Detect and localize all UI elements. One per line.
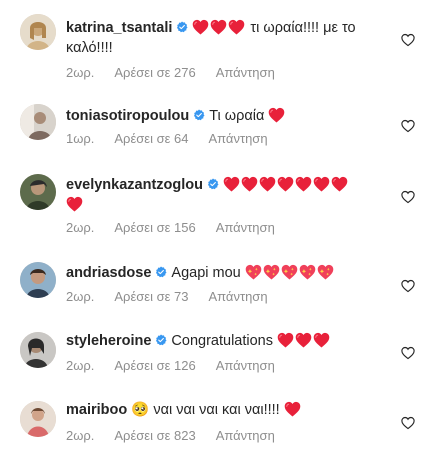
comment-body: Τι ωραία: [209, 108, 265, 124]
likes-count[interactable]: Αρέσει σε 156: [114, 220, 195, 235]
username[interactable]: evelynkazantzoglou: [66, 177, 203, 193]
heart-outline-icon[interactable]: [401, 279, 415, 293]
likes-count[interactable]: Αρέσει σε 64: [114, 131, 188, 146]
avatar[interactable]: [20, 332, 56, 368]
username[interactable]: andriasdose: [66, 265, 151, 281]
comment-meta: 2ωρ. Αρέσει σε 126 Απάντηση: [66, 358, 295, 373]
reply-button[interactable]: Απάντηση: [216, 220, 275, 235]
likes-count[interactable]: Αρέσει σε 126: [114, 358, 195, 373]
verified-badge-icon: [193, 109, 205, 121]
red-heart-emoji-icon: [295, 332, 312, 348]
sparkling-heart-emoji-icon: [281, 264, 298, 280]
red-heart-emoji-icon: [295, 176, 312, 192]
comment-meta: 1ωρ. Αρέσει σε 64 Απάντηση: [66, 131, 288, 146]
comment-text: andriasdose Agapi mou: [66, 263, 384, 283]
likes-count[interactable]: Αρέσει σε 73: [114, 289, 188, 304]
sparkling-heart-emoji-icon: [245, 264, 262, 280]
red-heart-emoji-icon: [192, 19, 209, 35]
avatar[interactable]: [20, 14, 56, 50]
avatar[interactable]: [20, 174, 56, 210]
username[interactable]: katrina_tsantali: [66, 20, 172, 36]
red-heart-emoji-icon: [241, 176, 258, 192]
verified-badge-icon: [155, 266, 167, 278]
comment-text: evelynkazantzoglou: [66, 175, 384, 215]
red-heart-emoji-icon: [284, 401, 301, 417]
timestamp: 2ωρ.: [66, 358, 95, 373]
comment-body: ναι ναι ναι και ναι!!!!: [153, 402, 280, 418]
timestamp: 1ωρ.: [66, 131, 95, 146]
avatar-photo: [20, 332, 56, 368]
heart-outline-icon[interactable]: [401, 119, 415, 133]
avatar[interactable]: [20, 401, 56, 437]
verified-badge-icon: [176, 21, 188, 33]
username[interactable]: styleheroine: [66, 333, 151, 349]
timestamp: 2ωρ.: [66, 220, 95, 235]
red-heart-emoji-icon: [210, 19, 227, 35]
avatar-photo: [20, 262, 56, 298]
avatar-photo: [20, 104, 56, 140]
username[interactable]: mairiboo: [66, 402, 127, 418]
reply-button[interactable]: Απάντηση: [216, 65, 275, 80]
comment-body: Congratulations: [171, 333, 273, 349]
timestamp: 2ωρ.: [66, 428, 95, 443]
comment-meta: 2ωρ. Αρέσει σε 276 Απάντηση: [66, 65, 295, 80]
heart-outline-icon[interactable]: [401, 416, 415, 430]
comment-meta: 2ωρ. Αρέσει σε 823 Απάντηση: [66, 428, 295, 443]
sparkling-heart-emoji-icon: [263, 264, 280, 280]
red-heart-emoji-icon: [313, 332, 330, 348]
verified-badge-icon: [207, 178, 219, 190]
red-heart-emoji-icon: [277, 332, 294, 348]
comment-body: Agapi mou: [171, 265, 241, 281]
sparkling-heart-emoji-icon: [317, 264, 334, 280]
comment-text: mairiboo 🥺 ναι ναι ναι και ναι!!!!: [66, 400, 384, 420]
likes-count[interactable]: Αρέσει σε 276: [114, 65, 195, 80]
timestamp: 2ωρ.: [66, 65, 95, 80]
avatar[interactable]: [20, 104, 56, 140]
username[interactable]: toniasotiropoulou: [66, 108, 189, 124]
comment-text: toniasotiropoulou Τι ωραία: [66, 106, 384, 126]
avatar-photo: [20, 174, 56, 210]
reply-button[interactable]: Απάντηση: [216, 428, 275, 443]
red-heart-emoji-icon: [259, 176, 276, 192]
likes-count[interactable]: Αρέσει σε 823: [114, 428, 195, 443]
reply-button[interactable]: Απάντηση: [208, 289, 267, 304]
heart-outline-icon[interactable]: [401, 33, 415, 47]
red-heart-emoji-icon: [313, 176, 330, 192]
heart-outline-icon[interactable]: [401, 190, 415, 204]
heart-outline-icon[interactable]: [401, 346, 415, 360]
red-heart-emoji-icon: [268, 107, 285, 123]
avatar-photo: [20, 14, 56, 50]
timestamp: 2ωρ.: [66, 289, 95, 304]
red-heart-emoji-icon: [277, 176, 294, 192]
red-heart-emoji-icon: [66, 196, 83, 212]
pleading-face-emoji-icon: 🥺: [131, 402, 150, 418]
comment-meta: 2ωρ. Αρέσει σε 156 Απάντηση: [66, 220, 295, 235]
comment-meta: 2ωρ. Αρέσει σε 73 Απάντηση: [66, 289, 288, 304]
sparkling-heart-emoji-icon: [299, 264, 316, 280]
avatar[interactable]: [20, 262, 56, 298]
red-heart-emoji-icon: [331, 176, 348, 192]
red-heart-emoji-icon: [228, 19, 245, 35]
avatar-photo: [20, 401, 56, 437]
verified-badge-icon: [155, 334, 167, 346]
reply-button[interactable]: Απάντηση: [216, 358, 275, 373]
reply-button[interactable]: Απάντηση: [208, 131, 267, 146]
comment-text: katrina_tsantali τι ωραία!!!! με το καλό…: [66, 18, 384, 58]
red-heart-emoji-icon: [223, 176, 240, 192]
comment-text: styleheroine Congratulations: [66, 331, 384, 351]
